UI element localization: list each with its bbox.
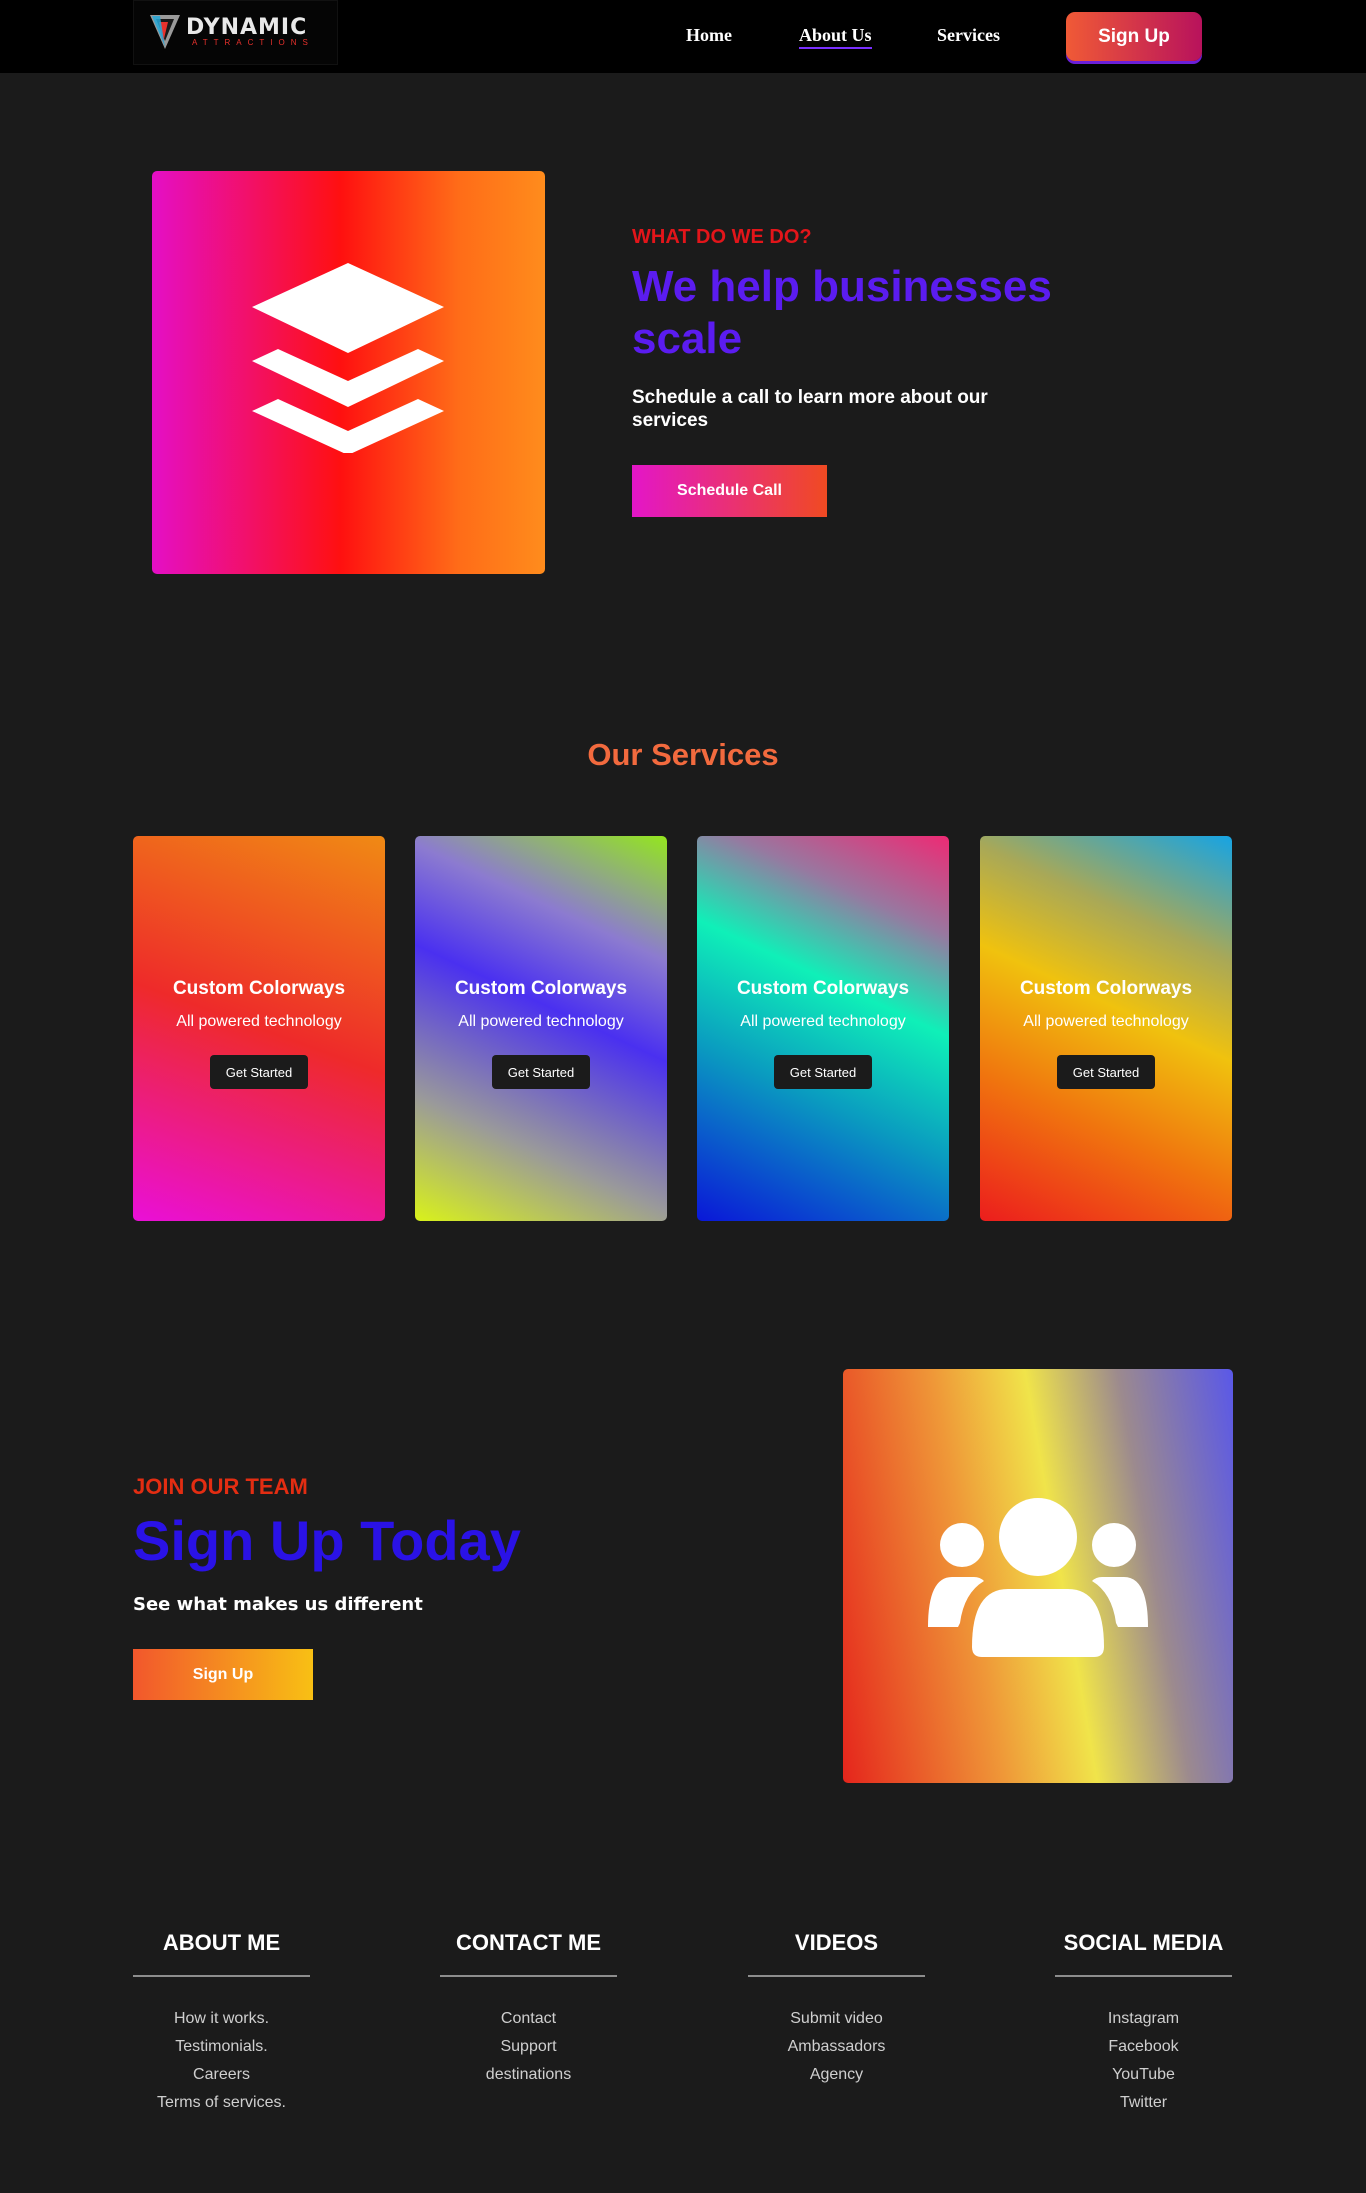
schedule-call-button[interactable]: Schedule Call	[632, 465, 827, 517]
footer-link[interactable]: Submit video	[748, 2005, 925, 2033]
footer-link[interactable]: Ambassadors	[748, 2033, 925, 2061]
service-card: Custom Colorways All powered technology …	[133, 836, 385, 1221]
nav-signup-button[interactable]: Sign Up	[1066, 12, 1202, 61]
get-started-button[interactable]: Get Started	[774, 1055, 872, 1089]
hero-subtitle: Schedule a call to learn more about our …	[632, 387, 988, 431]
footer-heading: CONTACT ME	[440, 1930, 617, 1977]
nav-services-link[interactable]: Services	[937, 25, 1000, 46]
service-card: Custom Colorways All powered technology …	[415, 836, 667, 1221]
get-started-button[interactable]: Get Started	[210, 1055, 308, 1089]
layers-icon	[252, 263, 444, 453]
navbar: DYNAMIC ATTRACTIONS Home About Us Servic…	[0, 0, 1366, 73]
nav-home-link[interactable]: Home	[686, 25, 732, 46]
brand-tagline: ATTRACTIONS	[192, 38, 314, 47]
footer-heading: ABOUT ME	[133, 1930, 310, 1977]
footer-link[interactable]: Agency	[748, 2061, 925, 2089]
footer-heading: VIDEOS	[748, 1930, 925, 1977]
footer-link[interactable]: Facebook	[1055, 2033, 1232, 2061]
team-signup-button[interactable]: Sign Up	[133, 1649, 313, 1700]
footer-link[interactable]: Terms of services.	[133, 2089, 310, 2117]
users-icon	[928, 1498, 1148, 1657]
footer-heading: SOCIAL MEDIA	[1055, 1930, 1232, 1977]
footer-column-social: SOCIAL MEDIA Instagram Facebook YouTube …	[1055, 1930, 1232, 2117]
get-started-button[interactable]: Get Started	[1057, 1055, 1155, 1089]
nav-about-link[interactable]: About Us	[799, 25, 872, 49]
hero-eyebrow: WHAT DO WE DO?	[632, 226, 812, 248]
footer-link[interactable]: Contact	[440, 2005, 617, 2033]
footer-link[interactable]: YouTube	[1055, 2061, 1232, 2089]
get-started-button[interactable]: Get Started	[492, 1055, 590, 1089]
brand-name: DYNAMIC	[186, 15, 308, 40]
footer-link[interactable]: How it works.	[133, 2005, 310, 2033]
service-card-title: Custom Colorways	[736, 978, 910, 999]
service-card: Custom Colorways All powered technology …	[980, 836, 1232, 1221]
footer-column-about: ABOUT ME How it works. Testimonials. Car…	[133, 1930, 310, 2117]
footer-column-contact: CONTACT ME Contact Support destinations	[440, 1930, 617, 2089]
service-card-title: Custom Colorways	[1019, 978, 1193, 999]
footer-column-videos: VIDEOS Submit video Ambassadors Agency	[748, 1930, 925, 2089]
services-title: Our Services	[587, 737, 779, 772]
team-eyebrow: JOIN OUR TEAM	[133, 1474, 308, 1499]
logo-mark-icon	[150, 15, 180, 49]
service-card-title: Custom Colorways	[454, 978, 628, 999]
team-subtitle: See what makes us different	[133, 1594, 423, 1615]
service-card-text: All powered technology	[1023, 1013, 1189, 1030]
team-title: Sign Up Today	[133, 1509, 521, 1572]
footer-link[interactable]: Support	[440, 2033, 617, 2061]
service-card-text: All powered technology	[740, 1013, 906, 1030]
service-card-title: Custom Colorways	[172, 978, 346, 999]
hero-image	[152, 171, 545, 574]
hero-title: We help businesses scale	[632, 262, 1052, 363]
footer-link[interactable]: Twitter	[1055, 2089, 1232, 2117]
service-card-text: All powered technology	[458, 1013, 624, 1030]
team-image	[843, 1369, 1233, 1783]
footer-link[interactable]: destinations	[440, 2061, 617, 2089]
footer-link[interactable]: Testimonials.	[133, 2033, 310, 2061]
footer-link[interactable]: Instagram	[1055, 2005, 1232, 2033]
service-card: Custom Colorways All powered technology …	[697, 836, 949, 1221]
footer-link[interactable]: Careers	[133, 2061, 310, 2089]
service-card-text: All powered technology	[176, 1013, 342, 1030]
brand-logo[interactable]: DYNAMIC ATTRACTIONS	[133, 0, 338, 65]
